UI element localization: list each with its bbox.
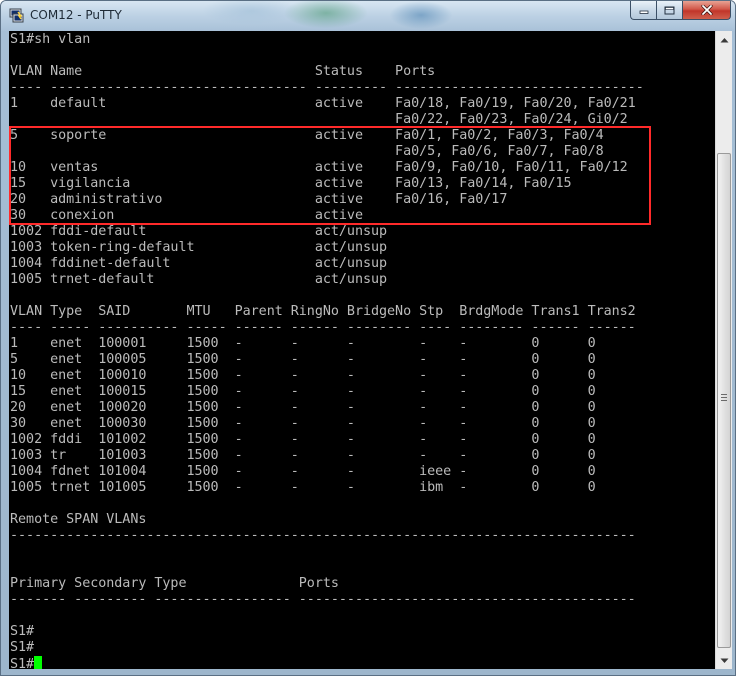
terminal-line: 15 enet 100015 1500 - - - - - 0 0 <box>10 384 596 399</box>
scroll-grip-icon <box>721 394 727 402</box>
terminal-line: 30 conexion active <box>10 208 363 223</box>
terminal-line: 20 administrativo active Fa0/16, Fa0/17 <box>10 192 508 207</box>
scroll-up-arrow-icon <box>720 37 728 42</box>
terminal-line: 15 vigilancia active Fa0/13, Fa0/14, Fa0… <box>10 176 572 191</box>
terminal-line: 5 enet 100005 1500 - - - - - 0 0 <box>10 352 596 367</box>
maximize-icon <box>664 6 675 14</box>
terminal-line: 1004 fddinet-default act/unsup <box>10 256 388 271</box>
scroll-down-button[interactable] <box>716 652 732 669</box>
window-title: COM12 - PuTTY <box>30 8 122 22</box>
vertical-scrollbar[interactable] <box>715 31 732 669</box>
terminal-line: 30 enet 100030 1500 - - - - - 0 0 <box>10 416 596 431</box>
scroll-thumb[interactable] <box>717 153 731 648</box>
terminal-line: S1# <box>10 640 35 655</box>
terminal-output: S1#sh vlan VLAN Name Status Ports ---- ---… <box>10 32 644 669</box>
terminal-prompt-line[interactable]: S1# <box>10 656 644 669</box>
terminal-line: VLAN Name Status Ports <box>10 64 436 79</box>
terminal-line: ------- --------- ----------------- ----… <box>10 592 636 607</box>
close-button[interactable] <box>682 1 731 20</box>
terminal-cursor <box>34 656 43 669</box>
terminal-line: 1 enet 100001 1500 - - - - - 0 0 <box>10 336 596 351</box>
terminal-line: Fa0/22, Fa0/23, Fa0/24, Gi0/2 <box>10 112 628 127</box>
terminal-area[interactable]: S1#sh vlan VLAN Name Status Ports ---- ---… <box>9 31 715 669</box>
terminal-line: 1003 tr 101003 1500 - - - - - 0 0 <box>10 448 596 463</box>
terminal-line: 1005 trnet 101005 1500 - - - ibm - 0 0 <box>10 480 596 495</box>
terminal-line: 1005 trnet-default act/unsup <box>10 272 388 287</box>
terminal-line: 10 ventas active Fa0/9, Fa0/10, Fa0/11, … <box>10 160 628 175</box>
terminal-line: Primary Secondary Type Ports <box>10 576 339 591</box>
maximize-button[interactable] <box>656 1 682 20</box>
terminal-line: VLAN Type SAID MTU Parent RingNo BridgeN… <box>10 304 636 319</box>
terminal-line: 1 default active Fa0/18, Fa0/19, Fa0/20,… <box>10 96 636 111</box>
terminal-line: 1004 fdnet 101004 1500 - - - ieee - 0 0 <box>10 464 596 479</box>
terminal-line: 1002 fddi 101002 1500 - - - - - 0 0 <box>10 432 596 447</box>
terminal-line: Remote SPAN VLANs <box>10 512 147 527</box>
terminal-prompt: S1# <box>10 657 35 669</box>
scroll-up-button[interactable] <box>716 31 732 48</box>
terminal-line: ---- ----- ---------- ----- ------ -----… <box>10 320 636 335</box>
minimize-icon <box>639 10 648 14</box>
terminal-line: 1002 fddi-default act/unsup <box>10 224 388 239</box>
putty-terminal-icon[interactable] <box>9 8 25 24</box>
title-bar[interactable]: COM12 - PuTTY <box>1 1 735 31</box>
terminal-line: 1003 token-ring-default act/unsup <box>10 240 388 255</box>
terminal-line: 10 enet 100010 1500 - - - - - 0 0 <box>10 368 596 383</box>
minimize-button[interactable] <box>630 1 656 20</box>
terminal-line: 5 soporte active Fa0/1, Fa0/2, Fa0/3, Fa… <box>10 128 604 143</box>
close-icon <box>700 5 713 15</box>
putty-window: COM12 - PuTTY S1#sh vlan VLAN Name Statu… <box>0 0 736 676</box>
terminal-line: S1# <box>10 624 35 639</box>
window-controls <box>630 1 731 21</box>
terminal-line: S1#sh vlan <box>10 32 91 47</box>
terminal-line: ----------------------------------------… <box>10 528 636 543</box>
terminal-line: Fa0/5, Fa0/6, Fa0/7, Fa0/8 <box>10 144 604 159</box>
terminal-line: ---- -------------------------------- --… <box>10 80 644 95</box>
scroll-down-arrow-icon <box>720 658 728 663</box>
terminal-line: 20 enet 100020 1500 - - - - - 0 0 <box>10 400 596 415</box>
